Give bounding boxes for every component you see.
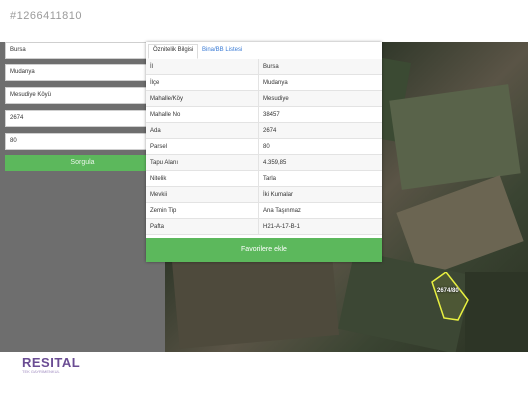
tab-attribute-info[interactable]: Öznitelik Bilgisi (148, 44, 199, 59)
parcel-outline (431, 272, 469, 321)
query-button[interactable]: Sorgula (5, 155, 160, 171)
table-row: Mahalle/Köy Mesudiye (146, 90, 382, 107)
table-row: Pafta H21-A-17-B-1 (146, 218, 382, 235)
attr-key: Parsel (146, 138, 259, 155)
add-favorite-button[interactable]: Favorilere ekle (146, 238, 382, 262)
popup-tabs: Öznitelik Bilgisi Bina/BB Listesi (146, 42, 382, 60)
block-field[interactable]: 2674 (5, 110, 160, 127)
attr-key: Ada (146, 122, 259, 139)
search-panel: Bursa Mudanya Mesudiye Köyü 2674 80 Sorg… (0, 42, 165, 352)
table-row: Nitelik Tarla (146, 170, 382, 187)
attr-key: İlçe (146, 74, 259, 91)
attr-key: İl (146, 59, 259, 75)
tab-building-list[interactable]: Bina/BB Listesi (198, 45, 246, 55)
attr-value: Bursa (258, 59, 382, 75)
attr-value: Tarla (258, 170, 382, 187)
attr-value: Mesudiye (258, 90, 382, 107)
attr-key: Zemin Tip (146, 202, 259, 219)
attribute-table: İl Bursa İlçe Mudanya Mahalle/Köy Mesudiye … (146, 59, 382, 235)
attr-value: Ana Taşınmaz (258, 202, 382, 219)
table-row: Zemin Tip Ana Taşınmaz (146, 202, 382, 219)
parcel-label: 2674/80 (437, 288, 459, 294)
attr-value: 80 (258, 138, 382, 155)
table-row: İlçe Mudanya (146, 74, 382, 91)
attr-key: Mevkii (146, 186, 259, 203)
attr-value: İki Kumalar (258, 186, 382, 203)
attr-key: Mahalle/Köy (146, 90, 259, 107)
attr-value: H21-A-17-B-1 (258, 218, 382, 235)
logo-main-text: RESITAL (22, 355, 81, 370)
table-row: Mahalle No 38457 (146, 106, 382, 123)
attr-key: Tapu Alanı (146, 154, 259, 171)
table-row: Mevkii İki Kumalar (146, 186, 382, 203)
attr-key: Mahalle No (146, 106, 259, 123)
company-logo: RESITAL TEK GAYRİMENKUL (22, 355, 80, 374)
table-row: İl Bursa (146, 59, 382, 75)
table-row: Parsel 80 (146, 138, 382, 155)
attr-key: Pafta (146, 218, 259, 235)
district-field[interactable]: Mudanya (5, 64, 160, 81)
attribute-popup: Öznitelik Bilgisi Bina/BB Listesi İl Burs… (146, 42, 382, 262)
table-row: Tapu Alanı 4.359,85 (146, 154, 382, 171)
attr-value: 38457 (258, 106, 382, 123)
province-field[interactable]: Bursa (5, 42, 160, 59)
table-row: Ada 2674 (146, 122, 382, 139)
listing-id: #1266411810 (10, 10, 82, 22)
parcel-field[interactable]: 80 (5, 133, 160, 150)
attr-value: 2674 (258, 122, 382, 139)
neighborhood-field[interactable]: Mesudiye Köyü (5, 87, 160, 104)
attr-value: 4.359,85 (258, 154, 382, 171)
attr-key: Nitelik (146, 170, 259, 187)
attr-value: Mudanya (258, 74, 382, 91)
